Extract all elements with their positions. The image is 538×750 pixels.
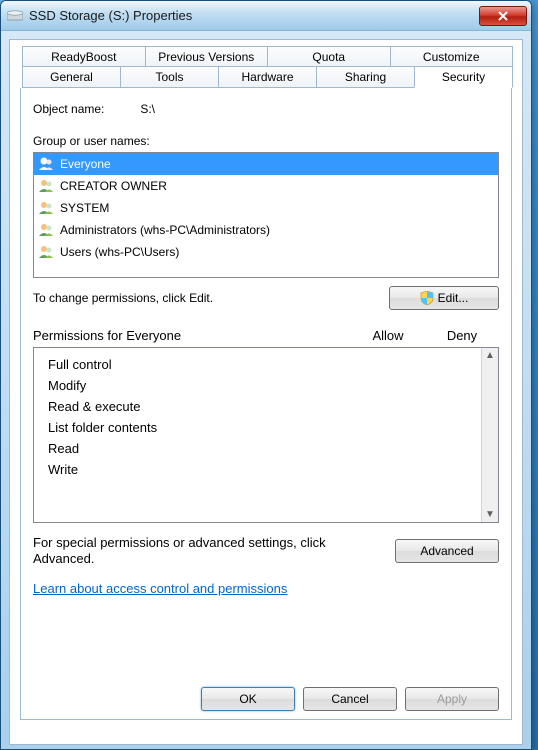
users-icon [38, 179, 56, 193]
scrollbar[interactable]: ▲ ▼ [481, 348, 498, 522]
shield-icon [420, 291, 434, 305]
list-item-label: Administrators (whs-PC\Administrators) [60, 221, 270, 239]
list-item[interactable]: Users (whs-PC\Users) [34, 241, 498, 263]
tab-strip: ReadyBoost Previous Versions Quota Custo… [20, 46, 512, 720]
edit-button-label: Edit... [438, 291, 469, 305]
tab-readyboost[interactable]: ReadyBoost [22, 46, 146, 67]
cancel-button[interactable]: Cancel [303, 687, 397, 711]
permissions-for-label: Permissions for Everyone [33, 328, 351, 343]
cancel-button-label: Cancel [331, 692, 368, 706]
list-item-label: CREATOR OWNER [60, 177, 167, 195]
users-icon [38, 201, 56, 215]
tab-sharing[interactable]: Sharing [316, 66, 415, 88]
object-name-row: Object name: S:\ [33, 102, 499, 116]
tab-general[interactable]: General [22, 66, 121, 88]
titlebar[interactable]: SSD Storage (S:) Properties [1, 1, 531, 31]
permission-item: Modify [34, 375, 481, 396]
permissions-header: Permissions for Everyone Allow Deny [33, 328, 499, 343]
tab-security[interactable]: Security [414, 66, 513, 88]
edit-hint: To change permissions, click Edit. [33, 291, 213, 305]
group-users-label: Group or user names: [33, 134, 499, 148]
list-item-label: Users (whs-PC\Users) [60, 243, 179, 261]
list-item[interactable]: Everyone [34, 153, 498, 175]
drive-icon [7, 10, 23, 22]
permission-item: Read [34, 438, 481, 459]
dialog-body: ReadyBoost Previous Versions Quota Custo… [9, 39, 523, 745]
object-name-value: S:\ [140, 102, 155, 116]
permissions-box: Full control Modify Read & execute List … [33, 347, 499, 523]
users-icon [38, 223, 56, 237]
list-item-label: SYSTEM [60, 199, 109, 217]
tab-customize[interactable]: Customize [390, 46, 514, 67]
permission-item: Read & execute [34, 396, 481, 417]
permission-item: Write [34, 459, 481, 480]
tab-hardware[interactable]: Hardware [218, 66, 317, 88]
ok-button-label: OK [239, 692, 256, 706]
advanced-button-label: Advanced [420, 544, 473, 558]
window-title: SSD Storage (S:) Properties [29, 8, 479, 23]
tab-quota[interactable]: Quota [267, 46, 391, 67]
users-listbox[interactable]: Everyone CREATOR OWNER SYSTEM Administra… [33, 152, 499, 278]
allow-header: Allow [351, 328, 425, 343]
apply-button[interactable]: Apply [405, 687, 499, 711]
permissions-list[interactable]: Full control Modify Read & execute List … [34, 348, 481, 522]
dialog-footer: OK Cancel Apply [201, 687, 499, 711]
users-icon [38, 157, 56, 171]
ok-button[interactable]: OK [201, 687, 295, 711]
advanced-hint: For special permissions or advanced sett… [33, 535, 383, 567]
deny-header: Deny [425, 328, 499, 343]
permission-item: Full control [34, 354, 481, 375]
list-item[interactable]: CREATOR OWNER [34, 175, 498, 197]
close-icon [497, 11, 509, 21]
properties-window: SSD Storage (S:) Properties ReadyBoost P… [0, 0, 532, 750]
object-name-label: Object name: [33, 102, 137, 116]
list-item-label: Everyone [60, 155, 111, 173]
tab-previous-versions[interactable]: Previous Versions [145, 46, 269, 67]
edit-button[interactable]: Edit... [389, 286, 499, 310]
scroll-up-icon[interactable]: ▲ [485, 350, 495, 361]
help-link[interactable]: Learn about access control and permissio… [33, 581, 287, 596]
apply-button-label: Apply [437, 692, 467, 706]
tab-panel-security: Object name: S:\ Group or user names: Ev… [20, 88, 512, 720]
list-item[interactable]: Administrators (whs-PC\Administrators) [34, 219, 498, 241]
scroll-down-icon[interactable]: ▼ [485, 509, 495, 520]
advanced-button[interactable]: Advanced [395, 539, 499, 563]
users-icon [38, 245, 56, 259]
list-item[interactable]: SYSTEM [34, 197, 498, 219]
close-button[interactable] [479, 6, 527, 26]
tab-tools[interactable]: Tools [120, 66, 219, 88]
permission-item: List folder contents [34, 417, 481, 438]
